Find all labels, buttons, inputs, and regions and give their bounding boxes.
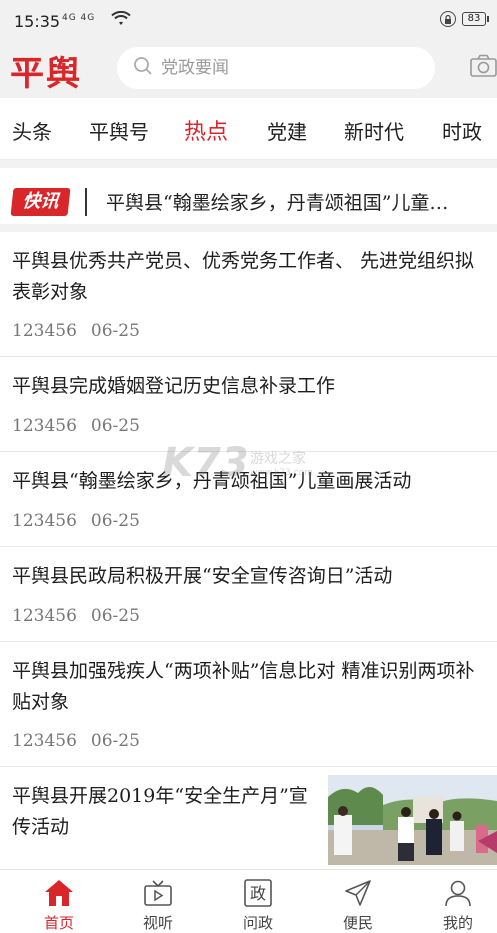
news-title[interactable]: 平舆县开展2019年“安全生产月”宣传活动 bbox=[12, 781, 312, 843]
send-icon bbox=[318, 876, 398, 910]
gov-icon: 政 bbox=[218, 876, 298, 910]
news-item[interactable]: 平舆县民政局积极开展“安全宣传咨询日”活动 123456 06-25 bbox=[0, 547, 497, 642]
search-bar[interactable] bbox=[117, 47, 435, 89]
flash-news-text[interactable]: 平舆县“翰墨绘家乡，丹青颂祖国”儿童… bbox=[106, 188, 496, 215]
tab-new-era[interactable]: 新时代 bbox=[344, 116, 404, 145]
bottom-nav: 首页 视听 政 问政 便民 我的 bbox=[0, 869, 497, 933]
gov-icon-text: 政 bbox=[250, 884, 266, 903]
flash-news-bar[interactable]: 快讯 平舆县“翰墨绘家乡，丹青颂祖国”儿童… bbox=[0, 160, 497, 232]
signal-icon: 4G 4G bbox=[62, 13, 96, 23]
search-icon bbox=[133, 56, 153, 80]
news-title[interactable]: 平舆县加强残疾人“两项补贴”信息比对 精准识别两项补贴对象 bbox=[12, 656, 492, 718]
app-header: 平舆 bbox=[0, 42, 497, 98]
view-count: 123456 bbox=[12, 731, 77, 751]
tab-hot[interactable]: 热点 bbox=[184, 114, 228, 146]
news-thumbnail[interactable] bbox=[328, 775, 497, 865]
nav-profile[interactable]: 我的 bbox=[418, 876, 497, 933]
news-meta: 123456 06-25 bbox=[12, 606, 140, 626]
tab-pingyu-hao[interactable]: 平舆号 bbox=[89, 116, 149, 145]
news-item[interactable]: 平舆县优秀共产党员、优秀党务工作者、 先进党组织拟表彰对象 123456 06-2… bbox=[0, 232, 497, 357]
news-meta: 123456 06-25 bbox=[12, 511, 140, 531]
news-item[interactable]: 平舆县加强残疾人“两项补贴”信息比对 精准识别两项补贴对象 123456 06-2… bbox=[0, 642, 497, 767]
status-time: 15:35 bbox=[14, 12, 61, 31]
camera-icon[interactable] bbox=[470, 54, 497, 82]
view-count: 123456 bbox=[12, 321, 77, 341]
nav-video[interactable]: 视听 bbox=[118, 876, 198, 933]
news-meta: 123456 06-25 bbox=[12, 416, 140, 436]
status-bar: 15:35 4G 4G 83 bbox=[0, 0, 497, 42]
battery-level: 83 bbox=[462, 12, 486, 26]
app-logo: 平舆 bbox=[10, 54, 82, 94]
view-count: 123456 bbox=[12, 511, 77, 531]
nav-video-label: 视听 bbox=[142, 914, 173, 932]
news-meta: 123456 06-25 bbox=[12, 731, 140, 751]
nav-inquiry-label: 问政 bbox=[242, 914, 273, 932]
watermark-brand: K73 bbox=[162, 440, 249, 486]
home-icon bbox=[19, 876, 99, 910]
tv-icon bbox=[118, 876, 198, 910]
tab-headline[interactable]: 头条 bbox=[12, 116, 52, 145]
news-item[interactable]: 平舆县开展2019年“安全生产月”宣传活动 bbox=[0, 767, 497, 869]
divider bbox=[85, 188, 87, 216]
tab-party[interactable]: 党建 bbox=[267, 116, 307, 145]
rotation-lock-icon bbox=[440, 11, 456, 27]
news-title[interactable]: 平舆县民政局积极开展“安全宣传咨询日”活动 bbox=[12, 561, 492, 592]
news-date: 06-25 bbox=[90, 606, 140, 626]
nav-home[interactable]: 首页 bbox=[19, 876, 99, 933]
news-date: 06-25 bbox=[90, 416, 140, 436]
news-date: 06-25 bbox=[90, 511, 140, 531]
category-tabs: 头条 平舆号 热点 党建 新时代 时政 bbox=[0, 98, 497, 160]
watermark-name: 游戏之家 bbox=[250, 451, 306, 467]
nav-home-label: 首页 bbox=[43, 914, 74, 932]
news-meta: 123456 06-25 bbox=[12, 321, 140, 341]
search-input[interactable] bbox=[161, 58, 411, 78]
wifi-icon bbox=[111, 10, 131, 31]
view-count: 123456 bbox=[12, 416, 77, 436]
news-title[interactable]: 平舆县优秀共产党员、优秀党务工作者、 先进党组织拟表彰对象 bbox=[12, 246, 492, 308]
tab-politics[interactable]: 时政 bbox=[442, 116, 482, 145]
battery-icon: 83 bbox=[462, 12, 489, 26]
nav-service-label: 便民 bbox=[342, 914, 373, 932]
news-item[interactable]: 平舆县完成婚姻登记历史信息补录工作 123456 06-25 bbox=[0, 357, 497, 452]
view-count: 123456 bbox=[12, 606, 77, 626]
watermark-url: www.k73.com bbox=[250, 468, 313, 478]
nav-inquiry[interactable]: 政 问政 bbox=[218, 876, 298, 933]
nav-profile-label: 我的 bbox=[442, 914, 473, 932]
watermark: K73 游戏之家 www.k73.com bbox=[162, 440, 313, 486]
news-title[interactable]: 平舆县完成婚姻登记历史信息补录工作 bbox=[12, 371, 492, 402]
user-icon bbox=[418, 876, 497, 910]
news-date: 06-25 bbox=[90, 731, 140, 751]
flash-badge: 快讯 bbox=[10, 188, 71, 216]
news-date: 06-25 bbox=[90, 321, 140, 341]
nav-service[interactable]: 便民 bbox=[318, 876, 398, 933]
